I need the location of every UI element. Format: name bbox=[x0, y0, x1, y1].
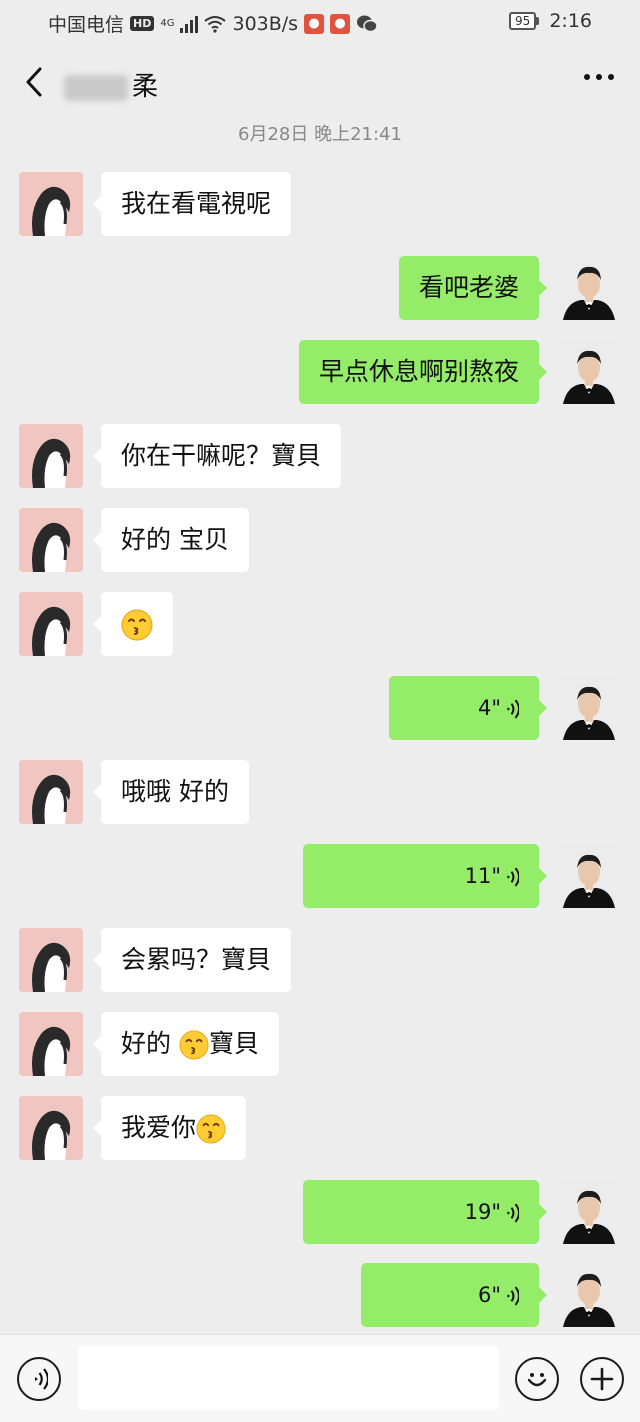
voice-duration: 4" bbox=[477, 696, 501, 720]
message-row: 你在干嘛呢？寶貝 bbox=[0, 424, 640, 490]
battery-level: 95 bbox=[509, 12, 537, 30]
received-message-bubble[interactable]: 我在看電視呢 bbox=[92, 172, 292, 236]
more-dots-icon[interactable] bbox=[584, 74, 614, 80]
message-row: 我爱你 bbox=[0, 1096, 640, 1162]
chat-title: 柔 bbox=[64, 66, 158, 103]
network-speed: 303B/s bbox=[232, 12, 299, 35]
my-avatar[interactable] bbox=[557, 256, 621, 320]
message-row: 好的 寶貝 bbox=[0, 1012, 640, 1078]
title-redaction bbox=[64, 74, 128, 101]
app-badge-icon: ● bbox=[330, 13, 351, 34]
voice-message-bubble[interactable]: 6" bbox=[361, 1263, 547, 1327]
my-avatar[interactable] bbox=[557, 340, 621, 404]
status-left: 中国电信 HD 4G 303B/s ● ● bbox=[48, 10, 378, 37]
my-avatar[interactable] bbox=[557, 1263, 621, 1327]
my-avatar[interactable] bbox=[557, 844, 621, 908]
received-message-bubble[interactable]: 你在干嘛呢？寶貝 bbox=[92, 424, 342, 488]
contact-avatar[interactable] bbox=[19, 592, 83, 656]
message-input[interactable] bbox=[78, 1346, 499, 1410]
contact-avatar[interactable] bbox=[19, 1096, 83, 1160]
more-functions-button[interactable] bbox=[580, 1357, 624, 1401]
message-row bbox=[0, 592, 640, 658]
hd-badge: HD bbox=[130, 16, 155, 31]
contact-avatar[interactable] bbox=[19, 928, 83, 992]
message-timestamp: 6月28日 晚上21:41 bbox=[238, 124, 402, 145]
chat-header: 柔 bbox=[0, 50, 640, 114]
message-text: 好的 bbox=[121, 1029, 179, 1058]
received-message-bubble[interactable]: 我爱你 bbox=[92, 1096, 247, 1160]
received-emoji-bubble[interactable] bbox=[93, 592, 173, 656]
message-text: 我爱你 bbox=[121, 1113, 197, 1142]
voice-message-bubble[interactable]: 11" bbox=[303, 844, 547, 908]
message-row: 哦哦 好的 bbox=[0, 760, 640, 826]
emoji-button[interactable] bbox=[515, 1357, 559, 1401]
wifi-icon bbox=[204, 15, 227, 33]
clock: 2:16 bbox=[549, 10, 592, 32]
signal-icon bbox=[180, 15, 199, 33]
received-message-bubble[interactable]: 好的 宝贝 bbox=[93, 508, 249, 572]
voice-wave-icon bbox=[503, 698, 519, 720]
voice-duration: 19" bbox=[464, 1200, 501, 1224]
received-message-bubble[interactable]: 好的 寶貝 bbox=[93, 1012, 279, 1076]
voice-wave-icon bbox=[503, 1285, 519, 1307]
contact-avatar[interactable] bbox=[19, 760, 83, 824]
sent-message-bubble[interactable]: 看吧老婆 bbox=[398, 256, 548, 320]
chat-title-text: 柔 bbox=[132, 72, 159, 102]
my-avatar[interactable] bbox=[557, 1180, 621, 1244]
input-bar bbox=[0, 1334, 640, 1422]
status-bar: 中国电信 HD 4G 303B/s ● ● 95 2:16 bbox=[0, 0, 640, 44]
message-row: 会累吗？寶貝 bbox=[0, 928, 640, 994]
received-message-bubble[interactable]: 哦哦 好的 bbox=[93, 760, 249, 824]
my-avatar[interactable] bbox=[557, 676, 621, 740]
emoji-smile-icon bbox=[527, 1373, 547, 1387]
contact-avatar[interactable] bbox=[19, 1012, 83, 1076]
message-row: 好的 宝贝 bbox=[0, 508, 640, 574]
voice-duration: 11" bbox=[464, 864, 501, 888]
back-button[interactable] bbox=[16, 64, 52, 100]
wechat-icon bbox=[357, 15, 378, 32]
message-row: 11" bbox=[0, 844, 640, 910]
contact-avatar[interactable] bbox=[19, 508, 83, 572]
voice-toggle-button[interactable] bbox=[17, 1357, 61, 1401]
sent-message-bubble[interactable]: 早点休息啊别熬夜 bbox=[298, 340, 548, 404]
message-row: 早点休息啊别熬夜 bbox=[0, 340, 640, 406]
message-row: 19" bbox=[0, 1180, 640, 1246]
battery-icon: 95 bbox=[509, 12, 540, 30]
network-type: 4G bbox=[160, 17, 175, 29]
kissing-face-emoji-icon bbox=[121, 609, 153, 641]
message-row: 4" bbox=[0, 676, 640, 742]
voice-message-bubble[interactable]: 19" bbox=[303, 1180, 547, 1244]
carrier-label: 中国电信 bbox=[48, 14, 125, 36]
message-text: 寶貝 bbox=[208, 1029, 259, 1058]
app-badge-icon: ● bbox=[304, 13, 325, 34]
status-right: 95 2:16 bbox=[509, 10, 592, 32]
message-row: 6" bbox=[0, 1263, 640, 1329]
chevron-left-icon bbox=[26, 67, 42, 97]
contact-avatar[interactable] bbox=[19, 424, 83, 488]
voice-wave-icon bbox=[503, 1202, 519, 1224]
message-row: 我在看電視呢 bbox=[0, 172, 640, 238]
contact-avatar[interactable] bbox=[19, 172, 83, 236]
message-row: 看吧老婆 bbox=[0, 256, 640, 322]
voice-wave-icon bbox=[503, 866, 519, 888]
voice-toggle-icon bbox=[28, 1367, 50, 1391]
received-message-bubble[interactable]: 会累吗？寶貝 bbox=[92, 928, 292, 992]
voice-duration: 6" bbox=[477, 1283, 501, 1307]
plus-icon bbox=[590, 1367, 614, 1391]
kissing-face-emoji-icon bbox=[196, 1114, 226, 1144]
voice-message-bubble[interactable]: 4" bbox=[389, 676, 547, 740]
kissing-face-emoji-icon bbox=[179, 1030, 209, 1060]
